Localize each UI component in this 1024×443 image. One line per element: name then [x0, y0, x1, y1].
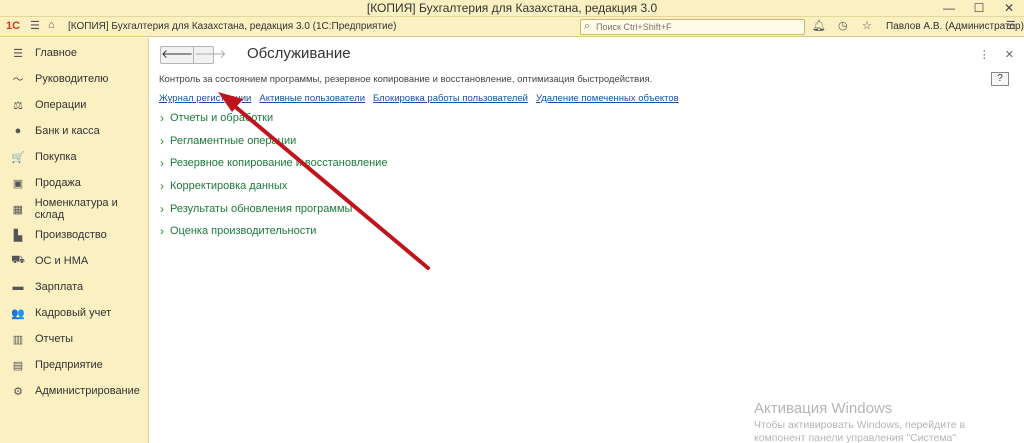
link-active-users[interactable]: Активные пользователи — [259, 93, 365, 104]
close-window-button[interactable]: ✕ — [994, 0, 1024, 17]
app-toolbar: 1С ☰ ⌂ [КОПИЯ] Бухгалтерия для Казахстан… — [0, 17, 1024, 37]
sidebar-item-label: Операции — [35, 99, 87, 111]
group-label: Регламентные операции — [170, 135, 297, 147]
star-icon[interactable]: ☆ — [862, 19, 872, 32]
sidebar-item-pokupka[interactable]: 🛒 Покупка — [0, 144, 148, 170]
sidebar-item-label: Производство — [35, 229, 107, 241]
form-controls: ⋮ ✕ — [979, 48, 1014, 61]
chevron-right-icon: › — [160, 179, 164, 193]
sidebar-item-label: Отчеты — [35, 333, 74, 345]
sidebar-item-zarplata[interactable]: ▬ Зарплата — [0, 274, 148, 300]
group-label: Результаты обновления программы — [170, 203, 353, 215]
sidebar-item-label: Покупка — [35, 151, 77, 163]
group-label: Отчеты и обработки — [170, 112, 274, 124]
1c-logo: 1С — [6, 20, 21, 32]
home-icon[interactable]: ⌂ — [48, 19, 55, 31]
user-name[interactable]: Павлов А.В. (Администратор) — [886, 21, 1024, 32]
group-performance[interactable]: › Оценка производительности — [160, 224, 316, 238]
scales-icon: ⚖ — [13, 99, 23, 112]
chevron-right-icon: › — [160, 224, 164, 238]
settings-menu-icon[interactable]: ☰ — [1006, 19, 1016, 32]
link-delete-marked[interactable]: Удаление помеченных объектов — [536, 93, 679, 104]
group-label: Оценка производительности — [170, 225, 317, 237]
link-user-lock[interactable]: Блокировка работы пользователей — [373, 93, 528, 104]
sidebar-item-bank[interactable]: ● Банк и касса — [0, 118, 148, 144]
group-label: Резервное копирование и восстановление — [170, 157, 388, 169]
factory-icon: ▙ — [13, 229, 23, 242]
sidebar-item-glavnoe[interactable]: ☰ Главное — [0, 40, 148, 66]
more-icon[interactable]: ⋮ — [979, 48, 990, 61]
building-icon: ▤ — [12, 359, 24, 372]
sidebar-item-prodazha[interactable]: ▣ Продажа — [0, 170, 148, 196]
search-input[interactable] — [596, 21, 796, 33]
group-update-results[interactable]: › Результаты обновления программы — [160, 202, 352, 216]
close-form-icon[interactable]: ✕ — [1005, 48, 1014, 61]
chevron-right-icon: › — [160, 134, 164, 148]
sidebar-item-label: Кадровый учет — [35, 307, 112, 319]
report-icon: ▥ — [12, 333, 24, 346]
sidebar-item-kadry[interactable]: 👥 Кадровый учет — [0, 300, 148, 326]
page-title: Обслуживание — [247, 45, 351, 62]
truck-icon: ⛟ — [11, 254, 25, 266]
sidebar-item-label: Зарплата — [35, 281, 84, 293]
search-icon: ⌕ — [584, 20, 591, 32]
gear-icon: ⚙ — [13, 385, 23, 398]
sidebar-item-nomenklatura[interactable]: ▦ Номенклатура и склад — [0, 196, 148, 222]
group-reports[interactable]: › Отчеты и обработки — [160, 111, 273, 125]
sidebar-item-label: Предприятие — [35, 359, 103, 371]
window-title: [КОПИЯ] Бухгалтерия для Казахстана, реда… — [366, 1, 658, 15]
sidebar-item-label: Главное — [35, 47, 78, 59]
maximize-button[interactable]: ☐ — [964, 0, 994, 17]
bell-icon[interactable]: 🔔︎ — [812, 19, 826, 32]
link-event-log[interactable]: Журнал регистрации — [159, 93, 251, 104]
help-button[interactable]: ? — [991, 72, 1009, 86]
window-controls: — ☐ ✕ — [934, 0, 1024, 17]
trend-icon: 〜 — [12, 74, 24, 86]
sidebar-item-label: Продажа — [35, 177, 81, 189]
chevron-right-icon: › — [160, 156, 164, 170]
history-icon[interactable]: ◷ — [838, 19, 848, 32]
sidebar-item-label: Номенклатура и склад — [34, 197, 118, 221]
bag-icon: ▣ — [12, 177, 24, 190]
page-description: Контроль за состоянием программы, резерв… — [159, 74, 653, 85]
chevron-right-icon: › — [160, 202, 164, 216]
sidebar-item-otchety[interactable]: ▥ Отчеты — [0, 326, 148, 352]
menu-icon[interactable]: ☰ — [30, 19, 40, 32]
nav-buttons: 🡐 🡒 — [160, 46, 226, 64]
search-box[interactable]: ⌕ — [580, 19, 805, 35]
warehouse-icon: ▦ — [12, 203, 24, 216]
back-arrow-icon[interactable]: 🡐 — [161, 47, 195, 63]
sidebar-item-administrirovanie[interactable]: ⚙ Администрирование — [0, 378, 148, 404]
group-label: Корректировка данных — [170, 180, 288, 192]
group-correction[interactable]: › Корректировка данных — [160, 179, 287, 193]
list-icon: ☰ — [13, 47, 23, 60]
group-scheduled[interactable]: › Регламентные операции — [160, 134, 296, 148]
main-panel: 🡐 🡒 Обслуживание ⋮ ✕ ? Контроль за состо… — [149, 38, 1024, 443]
minimize-button[interactable]: — — [934, 0, 964, 17]
coin-icon: ● — [14, 125, 22, 137]
activation-title: Активация Windows — [754, 400, 893, 417]
window-titlebar: [КОПИЯ] Бухгалтерия для Казахстана, реда… — [0, 0, 1024, 17]
group-backup[interactable]: › Резервное копирование и восстановление — [160, 156, 387, 170]
quick-links: Журнал регистрации Активные пользователи… — [159, 93, 679, 104]
forward-arrow-icon[interactable]: 🡒 — [194, 47, 226, 63]
sidebar-item-rukovoditelyu[interactable]: 〜 Руководителю — [0, 66, 148, 92]
sidebar-item-label: Администрирование — [35, 385, 140, 397]
cart-icon: 🛒 — [11, 151, 25, 164]
sidebar-item-label: Банк и касса — [35, 125, 100, 137]
sidebar-item-operacii[interactable]: ⚖ Операции — [0, 92, 148, 118]
money-icon: ▬ — [12, 281, 24, 293]
sidebar-item-proizvodstvo[interactable]: ▙ Производство — [0, 222, 148, 248]
sidebar-item-predpriyatie[interactable]: ▤ Предприятие — [0, 352, 148, 378]
app-name: [КОПИЯ] Бухгалтерия для Казахстана, реда… — [68, 21, 397, 32]
activation-text: Чтобы активировать Windows, перейдите в … — [754, 419, 966, 443]
users-icon: 👥 — [11, 307, 25, 320]
sidebar-item-os-nma[interactable]: ⛟ ОС и НМА — [0, 248, 148, 274]
chevron-right-icon: › — [160, 111, 164, 125]
sidebar-item-label: Руководителю — [35, 73, 109, 85]
sidebar-item-label: ОС и НМА — [35, 255, 89, 267]
sidebar: ☰ Главное 〜 Руководителю ⚖ Операции ● Банк и… — [0, 38, 149, 443]
